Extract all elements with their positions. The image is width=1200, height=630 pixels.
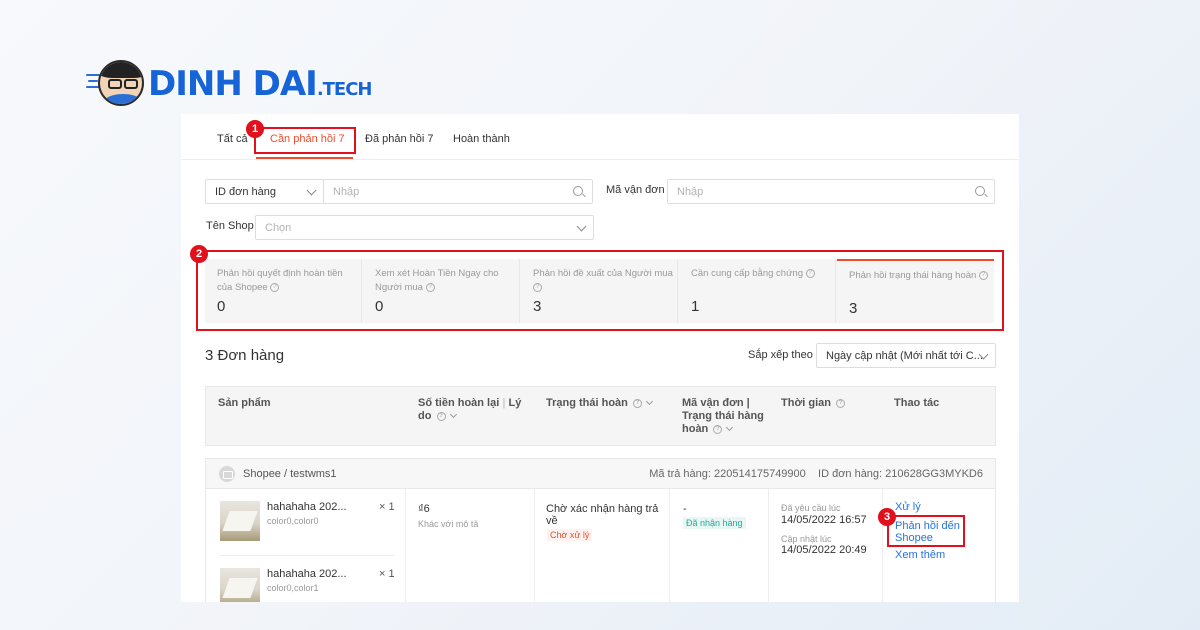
search-icon[interactable] — [573, 186, 583, 196]
sort-select[interactable]: Ngày cập nhật (Mới nhất tới C... — [816, 343, 996, 368]
status-badge: Chờ xử lý — [547, 529, 593, 541]
help-icon: ? — [836, 398, 846, 408]
product-variant: color0,color0 — [267, 516, 319, 526]
sort-label: Sắp xếp theo — [748, 349, 813, 361]
chevron-down-icon — [449, 410, 457, 419]
col-action: Thao tác — [894, 397, 940, 409]
highlight-box-respond — [887, 515, 965, 547]
shop-label: Tên Shop — [206, 220, 254, 232]
chevron-down-icon — [726, 423, 734, 432]
table-header: Sản phẩm Số tiền hoàn lại | Lý do ? Trạn… — [205, 386, 996, 446]
step-marker: 3 — [878, 508, 896, 526]
step-marker: 1 — [246, 120, 264, 138]
order-shop-bar: Shopee / testwms1 Mã trả hàng: 220514175… — [205, 458, 996, 489]
product-thumbnail — [220, 501, 260, 541]
product-qty: × 1 — [379, 568, 395, 580]
col-tracking[interactable]: Mã vận đơn | Trạng thái hàng hoàn ? — [682, 397, 764, 436]
chevron-down-icon — [306, 185, 317, 196]
tracking-number: - — [683, 503, 687, 515]
table-row: hahahaha 202... color0,color0 × 1 hahaha… — [205, 489, 996, 602]
refund-amount: ₫6 — [418, 503, 430, 515]
order-id-input[interactable]: Nhập — [323, 179, 593, 204]
shop-select[interactable]: Chọn — [255, 215, 594, 240]
shop-icon — [219, 466, 235, 482]
product-name: hahahaha 202... — [267, 501, 347, 513]
requested-label: Đã yêu cầu lúc — [781, 503, 841, 513]
help-icon: ? — [713, 424, 723, 434]
active-tab-indicator — [256, 157, 353, 159]
product-item[interactable]: hahahaha 202... color0,color1 × 1 — [220, 568, 395, 602]
help-icon: ? — [632, 398, 642, 408]
shop-name: Shopee / testwms1 — [243, 468, 337, 480]
shop-placeholder: Chọn — [265, 222, 292, 234]
brand-name: DINH DAI.TECH — [148, 64, 372, 104]
product-name: hahahaha 202... — [267, 568, 347, 580]
chevron-down-icon — [645, 397, 654, 406]
requested-time: 14/05/2022 16:57 — [781, 514, 867, 526]
id-type-select[interactable]: ID đơn hàng — [205, 179, 324, 204]
product-qty: × 1 — [379, 501, 395, 513]
col-time: Thời gian ? — [781, 397, 846, 410]
col-refund[interactable]: Số tiền hoàn lại | Lý do ? — [418, 397, 521, 423]
highlight-box-stats — [196, 250, 1004, 331]
order-count-title: 3 Đơn hàng — [205, 347, 285, 364]
tracking-placeholder: Nhập — [677, 186, 704, 198]
tab-all[interactable]: Tất cả — [217, 133, 248, 145]
order-identifiers: Mã trả hàng: 220514175749900 ID đơn hàng… — [649, 468, 983, 480]
order-id-placeholder: Nhập — [333, 186, 360, 198]
refund-reason: Khác với mô tả — [418, 519, 479, 529]
process-link[interactable]: Xử lý — [895, 501, 921, 513]
tracking-status-badge: Đã nhận hàng — [683, 517, 746, 529]
updated-time: 14/05/2022 20:49 — [781, 544, 867, 556]
return-status: Chờ xác nhận hàng trả về — [546, 503, 659, 527]
product-variant: color0,color1 — [267, 583, 319, 593]
tab-responded[interactable]: Đã phản hồi 7 — [365, 133, 434, 145]
search-icon[interactable] — [975, 186, 985, 196]
col-status[interactable]: Trạng thái hoàn ? — [546, 397, 654, 410]
chevron-down-icon — [576, 221, 587, 232]
id-type-value: ID đơn hàng — [215, 186, 277, 198]
tab-completed[interactable]: Hoàn thành — [453, 133, 510, 145]
sort-value: Ngày cập nhật (Mới nhất tới C... — [826, 350, 983, 362]
step-marker: 2 — [190, 245, 208, 263]
tracking-input[interactable]: Nhập — [667, 179, 995, 204]
product-thumbnail — [220, 568, 260, 602]
tracking-label: Mã vận đơn — [606, 184, 665, 196]
highlight-box-tab — [254, 127, 356, 154]
product-item[interactable]: hahahaha 202... color0,color0 × 1 — [220, 501, 395, 551]
col-product: Sản phẩm — [218, 397, 271, 409]
avatar — [98, 60, 144, 106]
view-more-link[interactable]: Xem thêm — [895, 549, 945, 561]
help-icon: ? — [436, 411, 446, 421]
